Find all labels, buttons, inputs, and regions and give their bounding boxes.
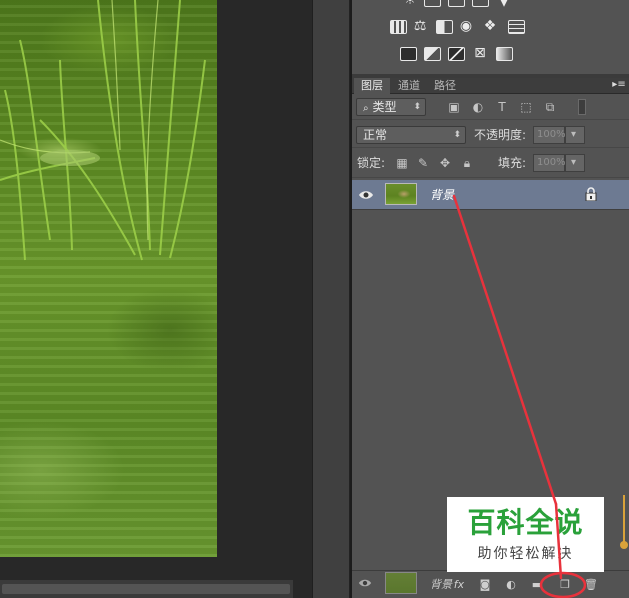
filter-type-icon[interactable]: T	[495, 100, 509, 114]
lock-all-icon[interactable]: 🔒︎	[460, 156, 474, 170]
watermark-title: 百科全说	[467, 506, 584, 539]
channel-mixer-icon[interactable]: ❖	[480, 18, 500, 34]
curves-icon[interactable]	[448, 0, 465, 7]
invert-icon[interactable]	[400, 47, 417, 61]
opacity-dropdown-button[interactable]: ▾	[565, 126, 585, 144]
lock-paint-brush-icon[interactable]: ✎	[416, 156, 430, 170]
color-balance-icon[interactable]: ⚖	[410, 18, 430, 34]
tab-paths[interactable]: 路径	[428, 78, 462, 94]
selective-color-icon[interactable]: ⊠	[470, 45, 490, 61]
layer-name[interactable]: 背景	[430, 186, 454, 204]
fill-label: 填充:	[498, 156, 527, 170]
filter-toggle[interactable]	[578, 99, 586, 115]
search-icon: ⌕	[363, 103, 369, 114]
footer-eye-icon	[358, 579, 372, 587]
new-group-folder-icon[interactable]: ▬	[530, 578, 544, 592]
filter-kind-label: 类型	[372, 100, 397, 114]
filter-pixel-icon[interactable]: ▣	[447, 100, 461, 114]
gradient-map-icon[interactable]	[496, 47, 513, 61]
brightness-icon[interactable]: ☀	[400, 0, 420, 8]
adjustments-panel: ☀ ▼ ⚖ ◉ ❖ ⊠	[352, 0, 629, 74]
grass-reeds-graphic	[0, 0, 206, 261]
lock-row: 锁定: ▦ ✎ ✥ 🔒︎ 填充: 100% ▾	[352, 150, 629, 178]
layer-thumbnail[interactable]	[385, 183, 417, 205]
opacity-label: 不透明度:	[474, 128, 527, 142]
opacity-input[interactable]: 100%	[533, 126, 566, 144]
add-mask-icon[interactable]: ◙	[478, 578, 492, 592]
layer-lock-icon[interactable]	[585, 187, 597, 201]
canvas-photo[interactable]	[0, 0, 217, 557]
color-lookup-icon[interactable]	[508, 20, 525, 34]
fill-dropdown-button[interactable]: ▾	[565, 154, 585, 172]
footer-layer-thumbnail	[385, 572, 417, 594]
gradient-triangle-icon[interactable]: ▼	[494, 0, 514, 9]
filter-adjustment-icon[interactable]: ◐	[471, 100, 485, 114]
filter-row: ⌕ 类型 ⬍ ▣ ◐ T ⬚ ⧉	[352, 94, 629, 120]
horizontal-scroll-thumb[interactable]	[2, 584, 290, 594]
layer-style-fx-icon[interactable]: fx	[452, 578, 466, 592]
new-layer-icon[interactable]: ❐	[558, 578, 572, 592]
filter-kind-dropdown[interactable]: ⌕ 类型 ⬍	[356, 98, 426, 116]
posterize-icon[interactable]	[424, 47, 441, 61]
adjustment-layer-icon[interactable]: ◐	[504, 578, 518, 592]
tab-layers[interactable]: 图层	[354, 78, 390, 94]
vibrance-icon[interactable]	[390, 20, 407, 34]
blend-mode-dropdown[interactable]: 正常 ⬍	[356, 126, 466, 144]
delete-layer-trash-icon[interactable]: 🗑︎	[584, 578, 598, 592]
visibility-eye-icon[interactable]	[358, 187, 374, 203]
tab-channels[interactable]: 通道	[392, 78, 426, 94]
filter-smartobject-icon[interactable]: ⧉	[543, 100, 557, 114]
levels-icon[interactable]	[424, 0, 441, 7]
lock-label: 锁定:	[357, 156, 386, 170]
chevron-updown-icon: ⬍	[453, 130, 461, 140]
lock-position-move-icon[interactable]: ✥	[438, 156, 452, 170]
threshold-icon[interactable]	[448, 47, 465, 61]
photo-filter-icon[interactable]: ◉	[456, 18, 476, 34]
blend-row: 正常 ⬍ 不透明度: 100% ▾	[352, 122, 629, 148]
chevron-updown-icon: ⬍	[413, 102, 421, 112]
exposure-icon[interactable]	[472, 0, 489, 7]
panel-menu-icon[interactable]: ▸≡	[610, 78, 628, 94]
panel-scrollbar[interactable]	[619, 495, 629, 555]
lock-transparent-icon[interactable]: ▦	[395, 156, 409, 170]
blend-mode-value: 正常	[363, 128, 388, 142]
panel-dock-splitter[interactable]	[312, 0, 350, 598]
watermark-subtitle: 助你轻松解决	[477, 546, 574, 562]
filter-shape-icon[interactable]: ⬚	[519, 100, 533, 114]
fill-input[interactable]: 100%	[533, 154, 566, 172]
footer-layer-name: 背景	[430, 578, 452, 591]
black-white-icon[interactable]	[436, 20, 453, 34]
